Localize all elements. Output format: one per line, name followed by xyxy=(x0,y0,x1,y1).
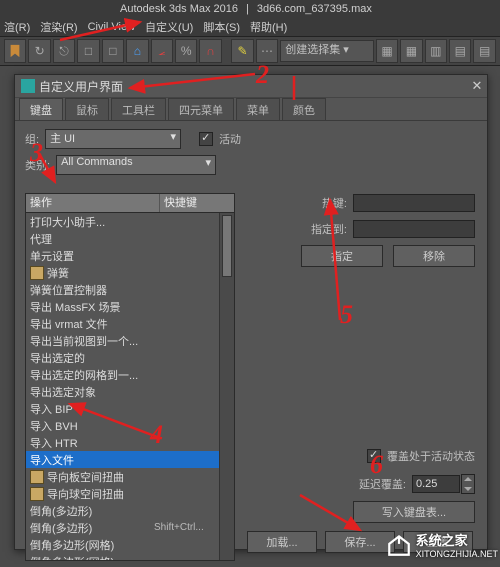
list-item[interactable]: 导向球空间扭曲 xyxy=(26,485,220,502)
tab-colors[interactable]: 颜色 xyxy=(282,98,326,120)
list-item[interactable]: 倒角(多边形)Shift+Ctrl... xyxy=(26,519,220,536)
mirror-icon[interactable]: ▥ xyxy=(425,39,447,63)
app-file: 3d66.com_637395.max xyxy=(257,3,372,15)
watermark: 系统之家 XITONGZHIJIA.NET xyxy=(386,530,498,559)
category-dropdown[interactable]: All Commands▾ xyxy=(56,155,216,175)
tab-menus[interactable]: 菜单 xyxy=(236,98,280,120)
list-item[interactable]: 导出选定的网格到一... xyxy=(26,366,220,383)
watermark-icon xyxy=(386,532,412,558)
list-item[interactable]: 代理 xyxy=(26,230,220,247)
menu-item[interactable]: 脚本(S) xyxy=(203,19,240,35)
customize-ui-dialog: 自定义用户界面 ✕ 键盘 鼠标 工具栏 四元菜单 菜单 颜色 组: 主 UI▾ … xyxy=(14,74,488,550)
tool-icon[interactable]: ▦ xyxy=(376,39,398,63)
load-button[interactable]: 加载... xyxy=(247,531,317,553)
list-item[interactable]: 单元设置 xyxy=(26,247,220,264)
tool-icon[interactable]: ▦ xyxy=(400,39,422,63)
write-table-button[interactable]: 写入键盘表... xyxy=(353,501,475,523)
dialog-titlebar[interactable]: 自定义用户界面 ✕ xyxy=(15,75,487,98)
menu-item[interactable]: 自定义(U) xyxy=(145,19,193,35)
tab-toolbars[interactable]: 工具栏 xyxy=(111,98,166,120)
list-item[interactable]: 倒角多边形(网格) xyxy=(26,553,220,560)
tool-icon[interactable]: ▤ xyxy=(449,39,471,63)
list-item[interactable]: 导入 HTR xyxy=(26,434,220,451)
tool-icon[interactable]: ↻ xyxy=(28,39,50,63)
bookmark-icon[interactable] xyxy=(4,39,26,63)
app-titlebar: Autodesk 3ds Max 2016 | 3d66.com_637395.… xyxy=(0,0,500,18)
menu-item[interactable]: 帮助(H) xyxy=(250,19,287,35)
hotkey-label: 热键: xyxy=(299,195,347,211)
spinner-arrows-icon[interactable] xyxy=(461,474,475,494)
col-hotkey[interactable]: 快捷键 xyxy=(160,194,234,212)
scroll-thumb[interactable] xyxy=(222,215,232,277)
override-label: 覆盖处于活动状态 xyxy=(387,448,475,464)
override-checkbox[interactable] xyxy=(367,449,381,463)
group-label: 组: xyxy=(25,131,39,147)
active-checkbox[interactable] xyxy=(199,132,213,146)
list-item[interactable]: 导入文件 xyxy=(26,451,220,468)
category-label: 类别: xyxy=(25,157,50,173)
list-item[interactable]: 导入 BVH xyxy=(26,417,220,434)
save-button[interactable]: 保存... xyxy=(325,531,395,553)
list-item[interactable]: 导出 MassFX 场景 xyxy=(26,298,220,315)
hotkey-input[interactable] xyxy=(353,194,475,212)
tool-icon[interactable]: ▤ xyxy=(473,39,495,63)
list-body: 打印大小助手...代理单元设置弹簧弹簧位置控制器导出 MassFX 场景导出 v… xyxy=(25,213,235,561)
remove-button[interactable]: 移除 xyxy=(393,245,475,267)
active-label: 活动 xyxy=(219,131,241,147)
menu-item[interactable]: 渲染(R) xyxy=(40,19,77,35)
list-scrollbar[interactable] xyxy=(219,213,234,560)
list-item[interactable]: 导出选定对象 xyxy=(26,383,220,400)
list-item[interactable]: 导向板空间扭曲 xyxy=(26,468,220,485)
tool-icon[interactable]: ⋯ xyxy=(256,39,278,63)
close-icon[interactable]: ✕ xyxy=(467,77,487,95)
col-action[interactable]: 操作 xyxy=(26,194,160,212)
list-item[interactable]: 倒角多边形(网格) xyxy=(26,536,220,553)
list-item[interactable]: 倒角(多边形) xyxy=(26,502,220,519)
menu-item[interactable]: 渲(R) xyxy=(4,19,30,35)
list-item[interactable]: 弹簧 xyxy=(26,264,220,281)
list-item[interactable]: 导出 vrmat 文件 xyxy=(26,315,220,332)
edit-icon[interactable]: ✎ xyxy=(231,39,253,63)
list-item[interactable]: 导出选定的 xyxy=(26,349,220,366)
angle-snap-icon[interactable]: ⦟ xyxy=(151,39,173,63)
group-dropdown[interactable]: 主 UI▾ xyxy=(45,129,181,149)
list-item[interactable]: 打印大小助手... xyxy=(26,213,220,230)
assign-button[interactable]: 指定 xyxy=(301,245,383,267)
tool-icon[interactable]: □ xyxy=(77,39,99,63)
list-item[interactable]: 弹簧位置控制器 xyxy=(26,281,220,298)
list-item[interactable]: 导出当前视图到一个... xyxy=(26,332,220,349)
main-toolbar: ↻ ⎋ □ □ ⌂ ⦟ % ∩ ✎ ⋯ 创建选择集 ▾ ▦ ▦ ▥ ▤ ▤ xyxy=(0,36,500,66)
tab-keyboard[interactable]: 键盘 xyxy=(19,98,63,120)
assigned-label: 指定到: xyxy=(299,221,347,237)
percent-snap-icon[interactable]: % xyxy=(175,39,197,63)
list-item[interactable]: 导入 BIP xyxy=(26,400,220,417)
list-header[interactable]: 操作 快捷键 xyxy=(25,193,235,213)
tab-quads[interactable]: 四元菜单 xyxy=(168,98,234,120)
selection-set-dropdown[interactable]: 创建选择集 ▾ xyxy=(280,40,374,62)
tool-icon[interactable]: ⎋ xyxy=(53,39,75,63)
dialog-tabs: 键盘 鼠标 工具栏 四元菜单 菜单 颜色 xyxy=(15,98,487,121)
snap-icon[interactable]: ⌂ xyxy=(126,39,148,63)
main-menu: 渲(R) 渲染(R) Civil View 自定义(U) 脚本(S) 帮助(H) xyxy=(0,18,500,36)
tool-icon[interactable]: □ xyxy=(102,39,124,63)
delay-spinner[interactable]: 0.25 xyxy=(412,474,475,494)
app-title: Autodesk 3ds Max 2016 xyxy=(120,3,238,15)
assigned-input[interactable] xyxy=(353,220,475,238)
menu-item[interactable]: Civil View xyxy=(88,21,135,33)
delay-label: 延迟覆盖: xyxy=(359,476,406,492)
tab-mouse[interactable]: 鼠标 xyxy=(65,98,109,120)
dialog-title: 自定义用户界面 xyxy=(39,78,123,95)
app-icon xyxy=(21,79,35,93)
action-list: 操作 快捷键 打印大小助手...代理单元设置弹簧弹簧位置控制器导出 MassFX… xyxy=(25,193,235,561)
magnet-icon[interactable]: ∩ xyxy=(199,39,221,63)
